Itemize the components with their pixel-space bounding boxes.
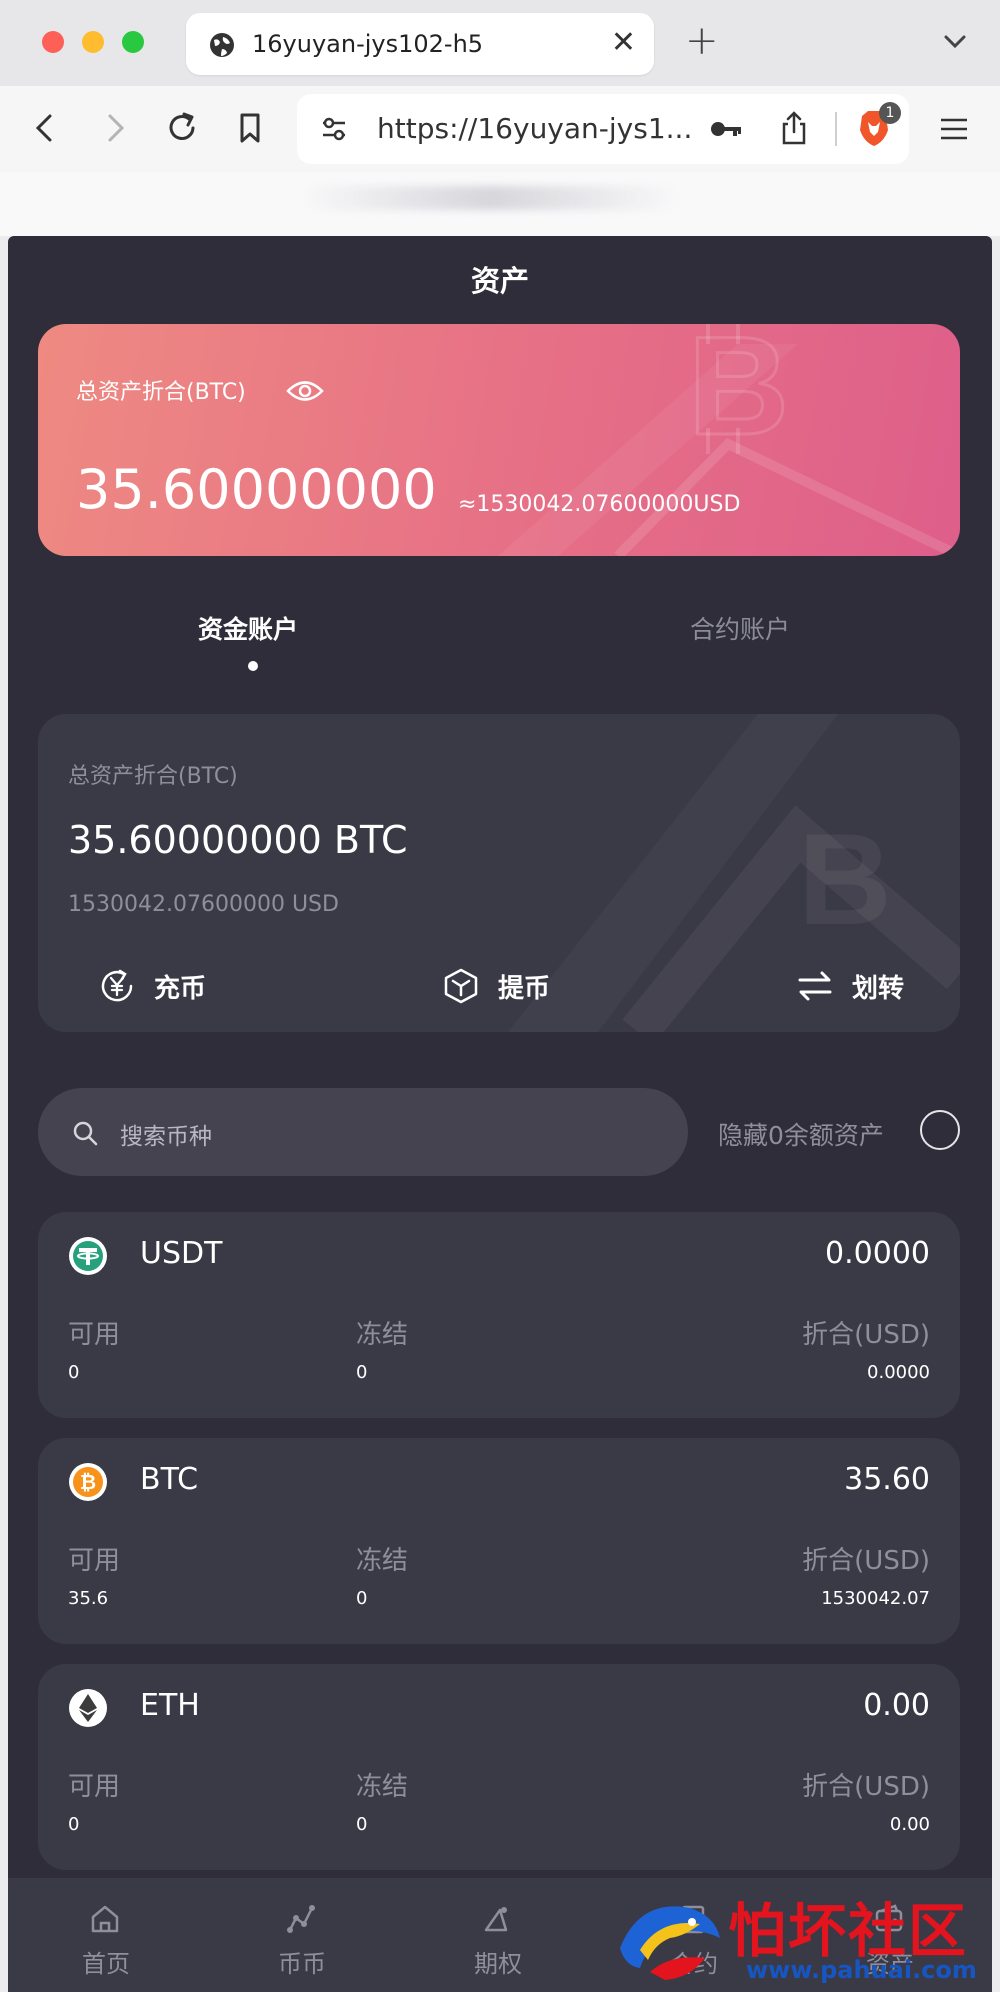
nav-market[interactable]: 币币 (204, 1878, 400, 1992)
frozen-value: 0 (356, 1362, 368, 1383)
nav-label: 首页 (82, 1950, 130, 1978)
tab-contract-account[interactable]: 合约账户 (690, 610, 790, 646)
available-header: 可用 (68, 1772, 121, 1802)
svg-text:₿: ₿ (80, 1472, 96, 1494)
total-assets-value: 35.60000000 (76, 458, 437, 521)
site-settings-icon[interactable] (319, 114, 349, 144)
nav-home[interactable]: 首页 (8, 1878, 204, 1992)
coin-card-usdt[interactable]: USDT 0.0000 可用 冻结 折合(USD) 0 0 0.0000 (38, 1212, 960, 1418)
browser-tab[interactable]: 16yuyan-jys102-h5 ✕ (186, 13, 654, 75)
nav-options[interactable]: 期权 (400, 1878, 596, 1992)
usd-value: 0.0000 (867, 1362, 930, 1383)
hide-zero-balance-toggle[interactable] (920, 1110, 960, 1150)
share-icon[interactable] (779, 110, 809, 146)
fund-account-card: B 总资产折合(BTC) 35.60000000 BTC 1530042.076… (38, 714, 960, 1032)
frozen-value: 0 (356, 1814, 368, 1835)
search-icon (73, 1121, 98, 1146)
fund-total-label: 总资产折合(BTC) (68, 764, 238, 789)
globe-icon (210, 33, 234, 57)
watermark-url: www.pahuai.com (746, 1956, 977, 1984)
home-icon (91, 1905, 119, 1933)
coin-card-eth[interactable]: ETH 0.00 可用 冻结 折合(USD) 0 0 0.00 (38, 1664, 960, 1870)
coin-total: 35.60 (844, 1462, 930, 1497)
tether-icon (69, 1237, 107, 1275)
site-watermark: 怕坏社区 www.pahuai.com (598, 1874, 1000, 1992)
usd-value: 1530042.07 (821, 1588, 930, 1609)
available-header: 可用 (68, 1546, 121, 1576)
app-screen: 资产 B 总资产折合(BTC) 35.60000000 ≈1530042.076… (8, 236, 992, 1992)
market-icon (287, 1905, 315, 1933)
deposit-yen-icon (101, 969, 133, 1002)
frozen-header: 冻结 (356, 1320, 409, 1350)
deposit-label: 充币 (154, 973, 207, 1004)
transfer-button[interactable]: 划转 (796, 964, 904, 1008)
coin-name: USDT (140, 1236, 223, 1271)
withdraw-cube-icon (444, 968, 478, 1004)
fish-logo-icon (620, 1906, 720, 1980)
fund-total-value: 35.60000000 BTC (68, 818, 408, 862)
back-arrow-icon[interactable] (26, 108, 66, 148)
options-icon (484, 1907, 508, 1932)
tab-fund-account[interactable]: 资金账户 (198, 610, 298, 646)
frozen-value: 0 (356, 1588, 368, 1609)
usd-header: 折合(USD) (802, 1320, 930, 1350)
hamburger-menu-icon[interactable] (938, 114, 970, 144)
reload-icon[interactable] (162, 108, 202, 148)
window-minimize-button[interactable] (82, 31, 104, 53)
frozen-header: 冻结 (356, 1772, 409, 1802)
coin-name: ETH (140, 1688, 200, 1723)
tab-close-button[interactable]: ✕ (611, 25, 636, 60)
new-tab-button[interactable]: + (685, 18, 719, 64)
browser-tab-bar: 16yuyan-jys102-h5 ✕ + (0, 0, 1000, 86)
forward-arrow-icon[interactable] (94, 108, 134, 148)
coin-name: BTC (140, 1462, 199, 1497)
available-header: 可用 (68, 1320, 121, 1350)
usd-header: 折合(USD) (802, 1546, 930, 1576)
nav-label: 币币 (278, 1950, 326, 1978)
usd-header: 折合(USD) (802, 1772, 930, 1802)
fund-total-usd: 1530042.07600000 USD (68, 892, 339, 917)
available-value: 0 (68, 1362, 80, 1383)
bookmark-icon[interactable] (230, 108, 270, 148)
address-bar[interactable]: https://16yuyan-jys1... 1 (297, 94, 909, 164)
bitcoin-icon: ₿ (69, 1463, 107, 1501)
frozen-header: 冻结 (356, 1546, 409, 1576)
bitcoin-watermark-icon: B (498, 324, 960, 556)
hide-zero-balance-label: 隐藏0余额资产 (718, 1121, 884, 1150)
brave-badge-count: 1 (879, 102, 901, 124)
window-close-button[interactable] (42, 31, 64, 53)
deposit-button[interactable]: 充币 (98, 964, 206, 1008)
toolbar-divider (835, 112, 837, 146)
chevron-down-icon[interactable] (940, 26, 970, 56)
eye-icon[interactable] (286, 378, 324, 404)
search-placeholder: 搜索币种 (120, 1124, 212, 1150)
total-assets-card: B 总资产折合(BTC) 35.60000000 ≈1530042.076000… (38, 324, 960, 556)
blurred-content (300, 186, 680, 210)
transfer-label: 划转 (852, 973, 905, 1004)
usd-value: 0.00 (889, 1814, 930, 1835)
coin-search-input[interactable]: 搜索币种 (38, 1088, 688, 1176)
svg-text:B: B (798, 806, 892, 952)
page-title: 资产 (470, 264, 529, 298)
window-maximize-button[interactable] (122, 31, 144, 53)
nav-label: 期权 (474, 1950, 522, 1978)
withdraw-label: 提币 (498, 973, 551, 1004)
active-tab-indicator (248, 661, 258, 671)
transfer-arrows-icon (798, 971, 832, 1001)
browser-toolbar: https://16yuyan-jys1... 1 (0, 86, 1000, 172)
url-text[interactable]: https://16yuyan-jys1... (377, 112, 692, 145)
tab-title: 16yuyan-jys102-h5 (252, 30, 484, 58)
page-top-strip (0, 172, 1000, 236)
ethereum-icon (69, 1689, 107, 1727)
key-icon[interactable] (709, 114, 743, 144)
available-value: 0 (68, 1814, 80, 1835)
withdraw-button[interactable]: 提币 (442, 964, 550, 1008)
coin-total: 0.00 (863, 1688, 930, 1723)
coin-card-btc[interactable]: ₿ BTC 35.60 可用 冻结 折合(USD) 35.6 0 1530042… (38, 1438, 960, 1644)
total-assets-label: 总资产折合(BTC) (76, 380, 246, 405)
available-value: 35.6 (68, 1588, 109, 1609)
total-assets-usd: ≈1530042.07600000USD (458, 492, 741, 517)
coin-total: 0.0000 (825, 1236, 930, 1271)
